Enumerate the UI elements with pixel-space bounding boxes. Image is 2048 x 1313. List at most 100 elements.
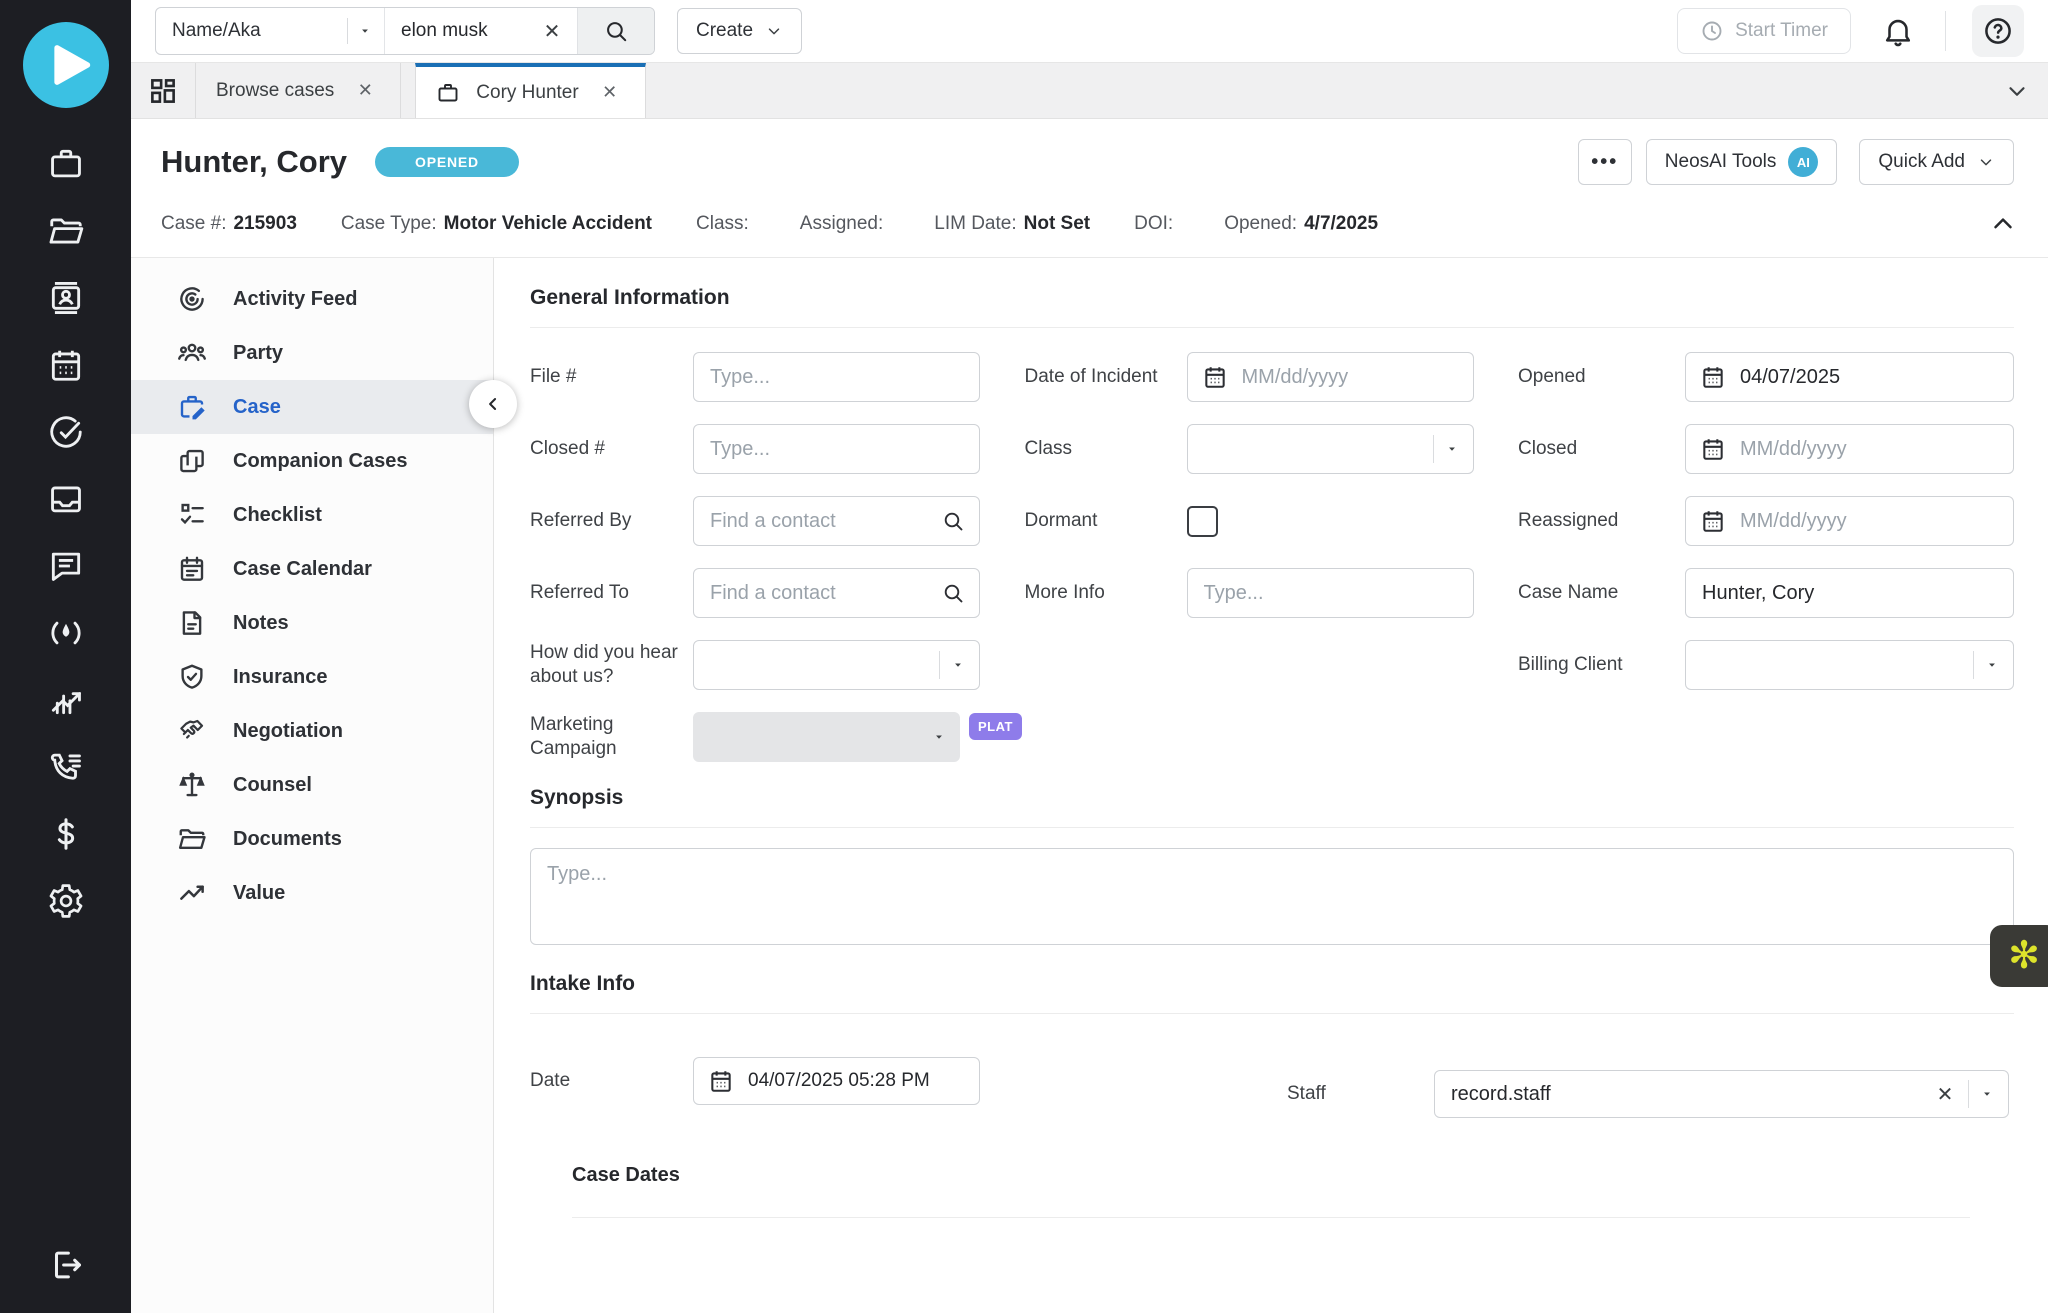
chevron-down-icon [932, 730, 946, 744]
subnav-item-counsel[interactable]: Counsel [131, 758, 493, 812]
more-info-field [1187, 568, 1474, 618]
calendar-icon[interactable] [1700, 508, 1726, 534]
close-tab-icon[interactable]: ✕ [350, 76, 380, 106]
meta-class: Class: [696, 213, 756, 235]
case-subnav: Activity Feed Party Case Companion Cases… [131, 258, 494, 1313]
more-info-input[interactable] [1202, 581, 1459, 606]
close-tab-icon[interactable]: ✕ [595, 78, 625, 108]
calendar-icon[interactable] [47, 346, 85, 384]
notifications-bell-icon[interactable] [1881, 14, 1915, 48]
divider [347, 18, 348, 44]
dashboard-grid-icon[interactable] [131, 63, 195, 118]
calendar-icon[interactable] [708, 1068, 734, 1094]
subnav-item-party[interactable]: Party [131, 326, 493, 380]
closed-input[interactable] [1738, 437, 1999, 462]
referred-to-field [693, 568, 980, 618]
divider [1945, 11, 1946, 51]
dormant-checkbox[interactable] [1187, 506, 1218, 537]
subnav-item-notes[interactable]: Notes [131, 596, 493, 650]
tab-overflow-chevron-icon[interactable] [2004, 78, 2030, 104]
staff-combobox[interactable]: ✕ [1434, 1070, 2009, 1118]
subnav-item-documents[interactable]: Documents [131, 812, 493, 866]
more-actions-button[interactable]: ••• [1578, 139, 1632, 185]
case-name-input[interactable] [1700, 581, 1999, 606]
collapse-header-chevron-icon[interactable] [1988, 209, 2018, 239]
help-button[interactable] [1972, 5, 2024, 57]
dormant-label: Dormant [1025, 496, 1187, 546]
reassigned-field [1685, 496, 2014, 546]
class-select[interactable] [1187, 424, 1474, 474]
check-circle-icon[interactable] [47, 413, 85, 451]
case-calendar-icon [177, 554, 207, 584]
clear-staff-icon[interactable]: ✕ [1930, 1079, 1960, 1109]
subnav-item-insurance[interactable]: Insurance [131, 650, 493, 704]
subnav-item-companion-cases[interactable]: Companion Cases [131, 434, 493, 488]
search-button[interactable] [577, 8, 654, 54]
search-category-select[interactable]: Name/Aka [156, 8, 384, 54]
chat-icon[interactable] [47, 547, 85, 585]
subnav-item-activity-feed[interactable]: Activity Feed [131, 272, 493, 326]
subnav-item-case-calendar[interactable]: Case Calendar [131, 542, 493, 596]
contact-card-icon[interactable] [47, 279, 85, 317]
chevron-down-icon [765, 22, 783, 40]
subnav-label: Case Calendar [233, 558, 372, 581]
file-number-input[interactable] [708, 365, 965, 390]
calendar-icon[interactable] [1700, 436, 1726, 462]
app-logo[interactable] [23, 22, 109, 108]
search-input[interactable] [389, 20, 537, 42]
search-icon[interactable] [941, 509, 965, 533]
subnav-item-value[interactable]: Value [131, 866, 493, 920]
referred-to-input[interactable] [708, 581, 933, 606]
start-timer-button[interactable]: Start Timer [1677, 8, 1851, 54]
folder-open-icon[interactable] [47, 212, 85, 250]
intake-date-input[interactable] [746, 1069, 965, 1093]
tab-label: Browse cases [216, 80, 334, 102]
subnav-label: Case [233, 396, 281, 419]
divider [530, 827, 2014, 828]
staff-input[interactable] [1449, 1082, 1930, 1107]
subnav-item-case[interactable]: Case [131, 380, 493, 434]
neosai-tools-button[interactable]: NeosAI Tools AI [1646, 139, 1838, 185]
date-of-incident-input[interactable] [1240, 365, 1459, 390]
staff-label: Staff [1287, 1057, 1434, 1105]
gear-icon[interactable] [47, 882, 85, 920]
closed-number-input[interactable] [708, 437, 965, 462]
chevron-down-icon [1977, 153, 1995, 171]
search-input-wrap: ✕ [384, 8, 577, 54]
subnav-item-checklist[interactable]: Checklist [131, 488, 493, 542]
case-dates-section: Case Dates [572, 1164, 1970, 1218]
tab-cory-hunter[interactable]: Cory Hunter ✕ [415, 63, 645, 118]
briefcase-icon[interactable] [47, 145, 85, 183]
documents-folder-icon [177, 824, 207, 854]
tab-browse-cases[interactable]: Browse cases ✕ [195, 63, 401, 118]
opened-input[interactable] [1738, 365, 1999, 390]
section-intake-info: Intake Info [530, 972, 2014, 996]
call-log-icon[interactable] [47, 748, 85, 786]
hear-about-select[interactable] [693, 640, 980, 690]
start-timer-label: Start Timer [1735, 20, 1828, 42]
clear-search-icon[interactable]: ✕ [537, 16, 567, 46]
dollar-icon[interactable] [47, 815, 85, 853]
logout-icon[interactable] [47, 1246, 85, 1284]
billing-client-select[interactable] [1685, 640, 2014, 690]
intake-date-field [693, 1057, 980, 1105]
calendar-icon[interactable] [1700, 364, 1726, 390]
date-of-incident-label: Date of Incident [1025, 352, 1187, 402]
case-content: Activity Feed Party Case Companion Cases… [131, 257, 2048, 1313]
collapse-subnav-button[interactable] [469, 380, 517, 428]
marketing-campaign-select[interactable] [693, 712, 960, 762]
reports-icon[interactable] [47, 681, 85, 719]
inbox-tray-icon[interactable] [47, 480, 85, 518]
gauge-icon[interactable] [47, 614, 85, 652]
search-icon[interactable] [941, 581, 965, 605]
synopsis-textarea[interactable] [530, 848, 2014, 945]
ai-assistant-fab[interactable]: ✻ [1990, 925, 2048, 987]
quick-add-button[interactable]: Quick Add [1859, 139, 2014, 185]
reassigned-input[interactable] [1738, 509, 1999, 534]
referred-by-input[interactable] [708, 509, 933, 534]
calendar-icon[interactable] [1202, 364, 1228, 390]
create-button[interactable]: Create [677, 8, 802, 54]
subnav-item-negotiation[interactable]: Negotiation [131, 704, 493, 758]
chevron-down-icon [951, 658, 965, 672]
chevron-down-icon [1980, 1087, 1994, 1101]
